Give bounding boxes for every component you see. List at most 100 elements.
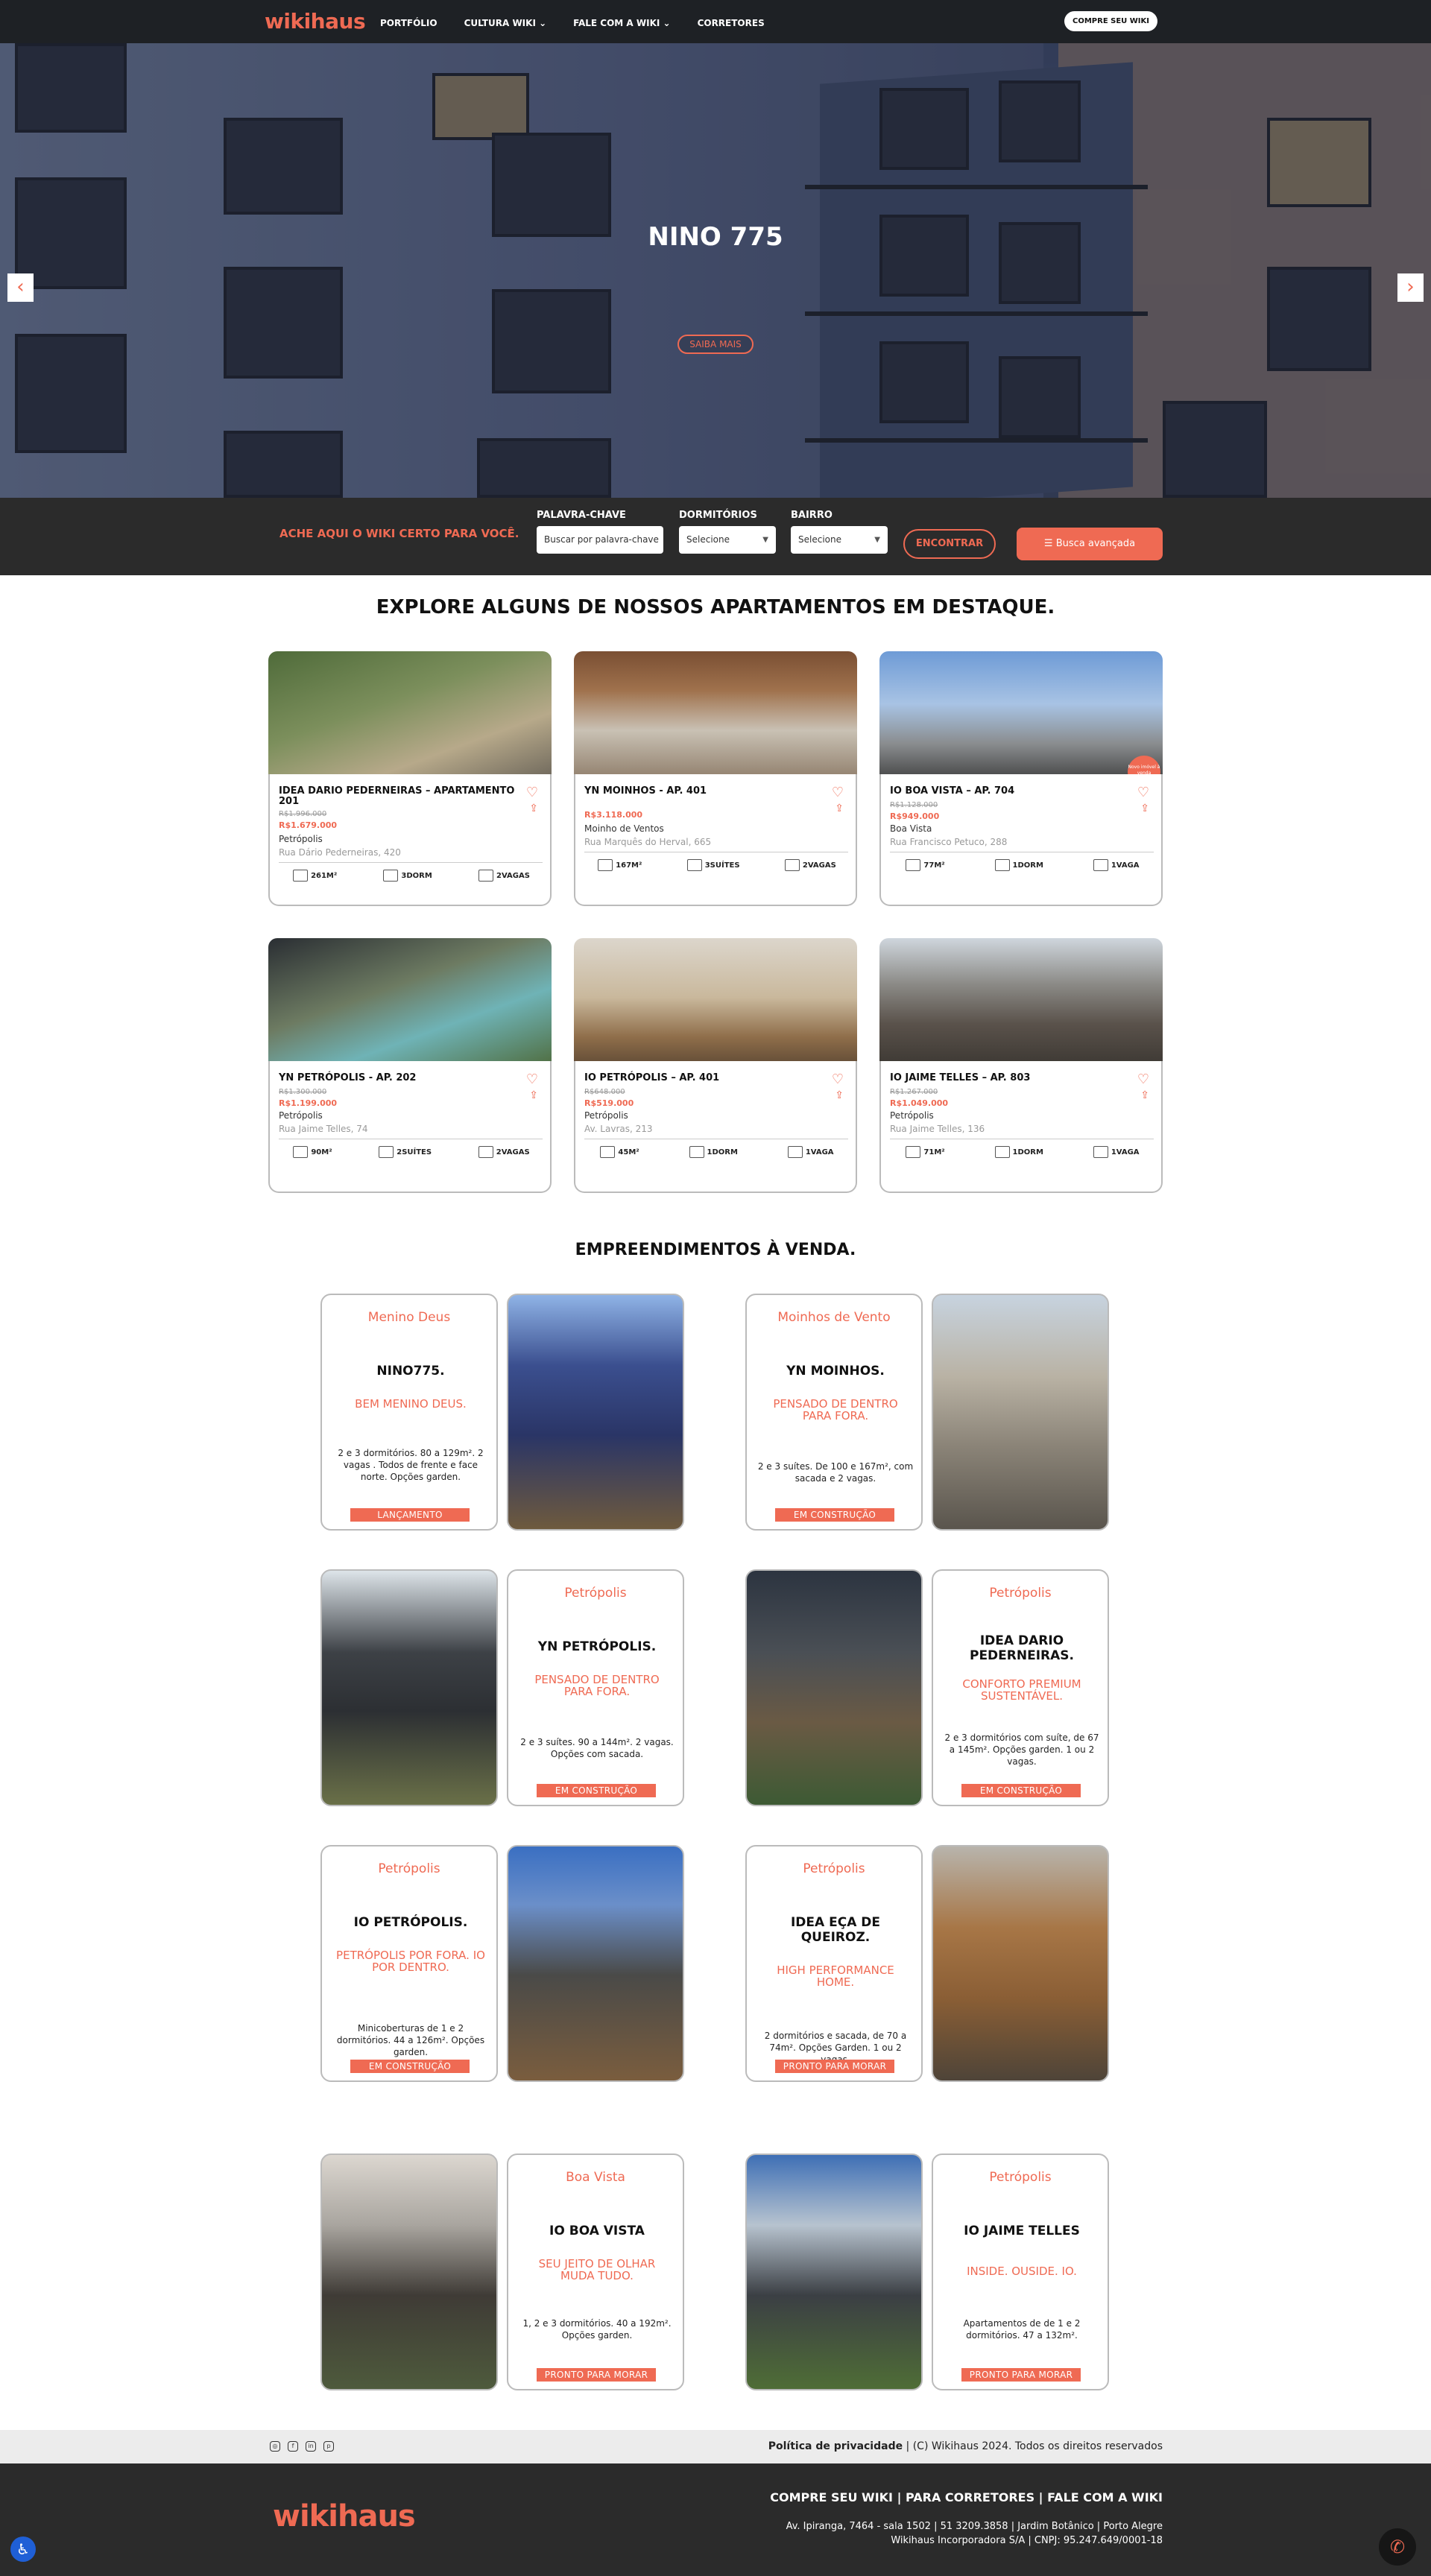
car-icon: [1093, 859, 1108, 871]
card-address: Rua Jaime Telles, 136: [890, 1124, 985, 1134]
pinterest-icon[interactable]: p: [323, 2441, 334, 2452]
compre-seu-wiki-button[interactable]: COMPRE SEU WIKI: [1064, 11, 1157, 31]
featured-card[interactable]: IO PETRÓPOLIS – AP. 401 ♡ ⇪ R$648.000 R$…: [574, 938, 857, 1193]
car-icon: [784, 859, 800, 871]
heart-icon[interactable]: ♡: [832, 1072, 844, 1087]
featured-card[interactable]: YN MOINHOS - AP. 401 ♡ ⇪ R$3.118.000 Moi…: [574, 651, 857, 906]
development-photo[interactable]: [745, 1569, 923, 1806]
new-price: R$1.049.000: [890, 1098, 949, 1108]
development-info-tile[interactable]: Menino Deus NINO775. BEM MENINO DEUS. 2 …: [320, 1294, 498, 1531]
card-title[interactable]: IO PETRÓPOLIS – AP. 401: [584, 1073, 823, 1083]
property-photo[interactable]: [268, 938, 552, 1070]
logo[interactable]: wikihaus: [265, 9, 366, 34]
heart-icon[interactable]: ♡: [832, 785, 844, 800]
property-photo[interactable]: [268, 651, 552, 783]
area-value: 71M²: [923, 1148, 945, 1156]
share-icon[interactable]: ⇪: [529, 1089, 538, 1101]
whatsapp-icon[interactable]: ✆: [1379, 2528, 1416, 2566]
card-bairro: Petrópolis: [279, 1110, 323, 1121]
nav-portfolio[interactable]: PORTFÓLIO: [380, 18, 437, 28]
card-title[interactable]: IDEA DARIO PEDERNEIRAS – APARTAMENTO 201: [279, 786, 517, 807]
accessibility-icon[interactable]: ♿: [10, 2537, 36, 2562]
busca-avancada-button[interactable]: ☰ Busca avançada: [1017, 528, 1163, 560]
carousel-next-arrow-icon[interactable]: ›: [1397, 273, 1424, 302]
development-photo[interactable]: [932, 1294, 1109, 1531]
development-name: YN PETRÓPOLIS.: [537, 1639, 657, 1654]
footer-logo[interactable]: wikihaus: [273, 2499, 416, 2534]
card-address: Rua Jaime Telles, 74: [279, 1124, 368, 1134]
card-body: YN MOINHOS - AP. 401 ♡ ⇪ R$3.118.000 Moi…: [574, 774, 857, 906]
share-icon[interactable]: ⇪: [835, 803, 844, 814]
featured-card[interactable]: Novo imóvel à venda IO BOA VISTA – AP. 7…: [879, 651, 1163, 906]
property-photo[interactable]: [574, 651, 857, 783]
card-title[interactable]: YN MOINHOS - AP. 401: [584, 786, 823, 797]
development-info-tile[interactable]: Petrópolis IO PETRÓPOLIS. PETRÓPOLIS POR…: [320, 1845, 498, 2082]
property-photo[interactable]: [879, 938, 1163, 1070]
facebook-icon[interactable]: f: [288, 2441, 298, 2452]
property-photo[interactable]: [574, 938, 857, 1070]
development-photo[interactable]: [932, 1845, 1109, 2082]
heart-icon[interactable]: ♡: [1137, 1072, 1149, 1087]
card-title[interactable]: IO JAIME TELLES – AP. 803: [890, 1073, 1128, 1083]
development-photo[interactable]: [507, 1845, 684, 2082]
development-photo[interactable]: [320, 2153, 498, 2390]
development-info-tile[interactable]: Boa Vista IO BOA VISTA SEU JEITO DE OLHA…: [507, 2153, 684, 2390]
instagram-icon[interactable]: ◎: [270, 2441, 280, 2452]
car-icon: [787, 1146, 803, 1158]
development-neighborhood: Boa Vista: [566, 2170, 625, 2185]
development-description: 2 e 3 suítes. 90 a 144m². 2 vagas. Opçõe…: [520, 1737, 674, 1759]
nav-corretores[interactable]: CORRETORES: [698, 18, 765, 28]
heart-icon[interactable]: ♡: [526, 785, 538, 800]
footer-links[interactable]: COMPRE SEU WIKI | PARA CORRETORES | FALE…: [770, 2490, 1163, 2504]
development-status-badge: EM CONSTRUÇÃO: [775, 1508, 894, 1522]
development-description: Minicoberturas de 1 e 2 dormitórios. 44 …: [336, 2023, 485, 2057]
area-icon: [598, 859, 613, 871]
area-value: 45M²: [618, 1148, 639, 1156]
featured-card[interactable]: IDEA DARIO PEDERNEIRAS – APARTAMENTO 201…: [268, 651, 552, 906]
share-icon[interactable]: ⇪: [835, 1089, 844, 1101]
bairro-select[interactable]: Selecione ▼: [791, 526, 888, 554]
rooms-spec: 1DORM: [994, 1146, 1043, 1158]
property-photo[interactable]: [879, 651, 1163, 783]
development-neighborhood: Petrópolis: [989, 1586, 1052, 1601]
card-address: Av. Lavras, 213: [584, 1124, 653, 1134]
featured-card[interactable]: YN PETRÓPOLIS - AP. 202 ♡ ⇪ R$1.300.000 …: [268, 938, 552, 1193]
development-info-tile[interactable]: Petrópolis IDEA DARIO PEDERNEIRAS. CONFO…: [932, 1569, 1109, 1806]
card-specs: 261M² 3DORM 2VAGAS: [270, 870, 553, 882]
share-icon[interactable]: ⇪: [1140, 803, 1149, 814]
parking-spec: 1VAGA: [1093, 1146, 1140, 1158]
privacy-link[interactable]: Política de privacidade: [768, 2440, 903, 2452]
bed-icon: [686, 859, 702, 871]
development-info-tile[interactable]: Petrópolis IO JAIME TELLES INSIDE. OUSID…: [932, 2153, 1109, 2390]
card-title[interactable]: IO BOA VISTA – AP. 704: [890, 786, 1128, 797]
keyword-input[interactable]: Buscar por palavra-chave: [537, 526, 663, 554]
nav-cultura-wiki[interactable]: CULTURA WIKI ⌄: [464, 18, 547, 28]
encontrar-button[interactable]: ENCONTRAR: [903, 529, 996, 559]
rooms-value: 1DORM: [1012, 1148, 1043, 1156]
rooms-spec: 1DORM: [689, 1146, 738, 1158]
development-info-tile[interactable]: Petrópolis YN PETRÓPOLIS. PENSADO DE DEN…: [507, 1569, 684, 1806]
linkedin-icon[interactable]: in: [306, 2441, 316, 2452]
development-photo[interactable]: [745, 2153, 923, 2390]
parking-spec: 2VAGAS: [478, 870, 530, 882]
featured-card[interactable]: IO JAIME TELLES – AP. 803 ♡ ⇪ R$1.267.00…: [879, 938, 1163, 1193]
caret-down-icon: ▼: [874, 536, 880, 544]
development-photo[interactable]: [507, 1294, 684, 1531]
development-slogan: PENSADO DE DENTRO PARA FORA.: [534, 1673, 660, 1698]
development-photo[interactable]: [320, 1569, 498, 1806]
carousel-prev-arrow-icon[interactable]: ‹: [7, 273, 34, 302]
heart-icon[interactable]: ♡: [526, 1072, 538, 1087]
card-title[interactable]: YN PETRÓPOLIS - AP. 202: [279, 1073, 517, 1083]
nav-fale-com-a-wiki[interactable]: FALE COM A WIKI ⌄: [573, 18, 670, 28]
share-icon[interactable]: ⇪: [1140, 1089, 1149, 1101]
area-icon: [906, 859, 921, 871]
share-icon[interactable]: ⇪: [529, 803, 538, 814]
dormitorios-select[interactable]: Selecione ▼: [679, 526, 776, 554]
saiba-mais-button[interactable]: SAIBA MAIS: [677, 335, 754, 354]
new-price: R$1.679.000: [279, 820, 338, 830]
area-value: 77M²: [923, 861, 945, 870]
development-info-tile[interactable]: Moinhos de Vento YN MOINHOS. PENSADO DE …: [745, 1294, 923, 1531]
heart-icon[interactable]: ♡: [1137, 785, 1149, 800]
development-info-tile[interactable]: Petrópolis IDEA EÇA DE QUEIROZ. HIGH PER…: [745, 1845, 923, 2082]
cnpj-line: Wikihaus Incorporadora S/A | CNPJ: 95.24…: [891, 2535, 1163, 2546]
